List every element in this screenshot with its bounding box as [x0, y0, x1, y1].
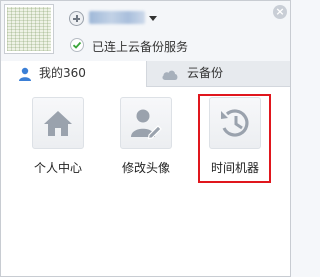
tile-edit-avatar-label: 修改头像: [121, 161, 170, 175]
close-icon[interactable]: ×: [273, 5, 287, 19]
tile-edit-avatar[interactable]: 修改头像: [111, 95, 181, 185]
avatar[interactable]: [4, 4, 54, 54]
tile-edit-avatar-button[interactable]: [120, 97, 172, 149]
avatar-image: [7, 7, 51, 51]
account-panel: × 已连上云备份服务 我的360 云备份 个人中心 修改头像 时间机器: [0, 0, 291, 277]
tab-bar: 我的360 云备份: [1, 61, 290, 87]
tile-personal-center-label: 个人中心: [33, 161, 82, 175]
cloud-icon: [161, 69, 179, 84]
tile-personal-center-button[interactable]: [32, 97, 84, 149]
chevron-down-icon[interactable]: [149, 16, 157, 21]
account-header: × 已连上云备份服务: [1, 1, 290, 61]
highlight-frame: [198, 94, 271, 183]
check-icon: [70, 38, 84, 52]
tile-personal-center[interactable]: 个人中心: [23, 95, 93, 185]
tile-grid: 个人中心 修改头像 时间机器: [1, 87, 290, 276]
tab-cloud-backup-label: 云备份: [187, 66, 224, 80]
backup-status-text: 已连上云备份服务: [92, 40, 189, 54]
add-icon[interactable]: [69, 11, 84, 26]
tab-my360-label: 我的360: [39, 66, 86, 80]
user-icon: [18, 67, 32, 84]
username-blurred[interactable]: [89, 11, 145, 24]
